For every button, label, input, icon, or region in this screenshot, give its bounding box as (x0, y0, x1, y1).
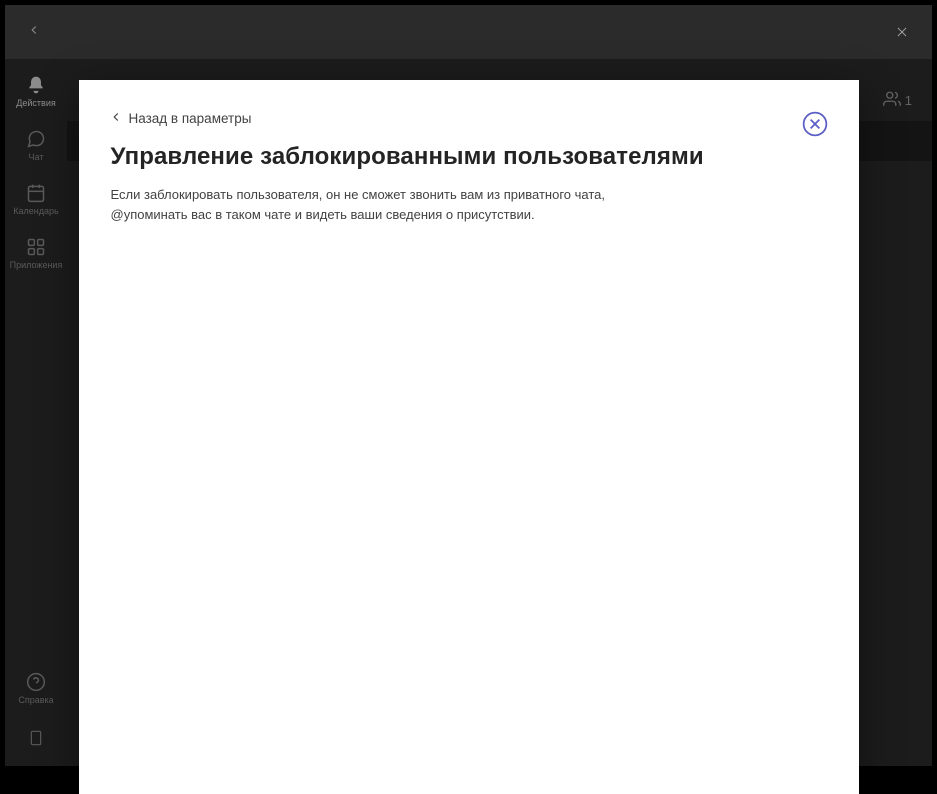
close-circle-icon (801, 110, 829, 138)
modal-title: Управление заблокированными пользователя… (111, 143, 827, 171)
modal-overlay: Назад в параметры Управление заблокирова… (5, 59, 932, 766)
window-close-button[interactable] (880, 10, 924, 54)
app-window: Действия Чат Календарь Приложения (5, 5, 932, 766)
back-label: Назад в параметры (129, 111, 252, 126)
titlebar-left (13, 23, 41, 42)
modal-description: Если заблокировать пользователя, он не с… (111, 185, 651, 224)
modal-close-button[interactable] (799, 108, 831, 140)
blocked-users-modal: Назад в параметры Управление заблокирова… (79, 80, 859, 794)
chevron-left-icon (109, 110, 123, 127)
back-to-settings-link[interactable]: Назад в параметры (109, 110, 252, 127)
back-nav-icon[interactable] (27, 23, 41, 42)
titlebar (5, 5, 932, 59)
main-area: Действия Чат Календарь Приложения (5, 59, 932, 766)
